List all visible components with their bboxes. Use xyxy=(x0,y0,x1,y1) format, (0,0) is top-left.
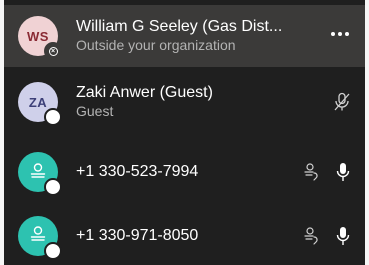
participant-info: +1 330-523-7994 xyxy=(76,163,198,181)
participant-name: +1 330-523-7994 xyxy=(76,163,199,180)
participant-row[interactable]: +1 330-523-7994 xyxy=(4,140,365,204)
participant-info: +1 330-971-8050 xyxy=(76,227,198,245)
participants-panel: WS × William G Seeley (Gas Dist... Outsi… xyxy=(4,0,365,265)
presence-icon xyxy=(44,241,62,260)
presence-icon xyxy=(44,108,62,126)
participant-name: +1 330-971-8050 xyxy=(76,226,199,244)
participant-name: William G Seeley (Gas Dist... xyxy=(76,18,283,35)
participant-subtitle: Guest xyxy=(76,103,114,119)
phone-person-icon xyxy=(28,224,48,247)
more-options-icon[interactable] xyxy=(331,32,349,36)
participant-info: William G Seeley (Gas Dist... Outside yo… xyxy=(76,18,311,53)
blocked-presence-icon: × xyxy=(44,42,62,60)
participant-row[interactable]: WS × William G Seeley (Gas Dist... Outsi… xyxy=(4,5,365,67)
phone-dialin-icon xyxy=(303,226,321,246)
avatar xyxy=(18,152,62,196)
avatar xyxy=(18,215,62,260)
presence-icon xyxy=(44,178,62,196)
avatar-initials: WS xyxy=(27,28,49,44)
participant-name: Zaki Anwer (Guest) xyxy=(76,84,213,101)
mic-icon[interactable] xyxy=(336,162,350,182)
mic-icon[interactable] xyxy=(336,226,350,246)
participant-row[interactable]: +1 330-971-8050 xyxy=(4,206,365,265)
phone-person-icon xyxy=(28,161,48,184)
participant-subtitle: Outside your organization xyxy=(76,37,236,53)
avatar-initials: ZA xyxy=(28,94,48,110)
mic-muted-icon[interactable] xyxy=(333,92,351,112)
participant-row[interactable]: ZA Zaki Anwer (Guest) Guest xyxy=(4,67,365,137)
avatar: ZA xyxy=(18,82,62,126)
avatar: WS × xyxy=(18,16,62,60)
phone-dialin-icon xyxy=(303,162,321,182)
participant-info: Zaki Anwer (Guest) Guest xyxy=(76,84,213,119)
